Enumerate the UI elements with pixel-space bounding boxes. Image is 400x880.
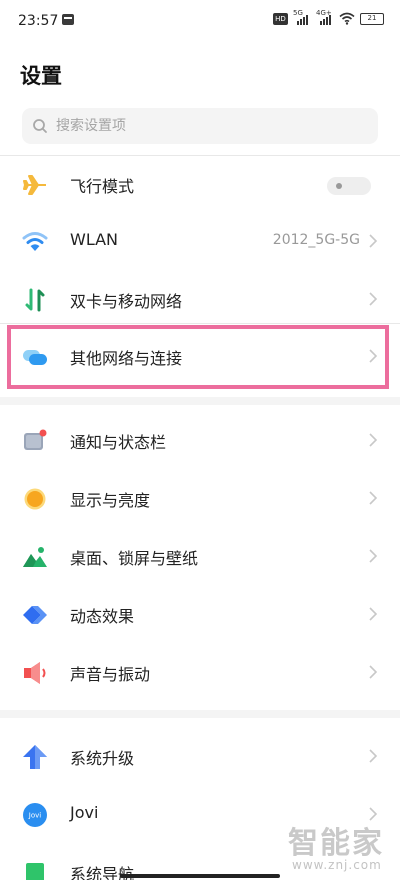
watermark-logo: 智能家 <box>288 826 384 861</box>
status-icons: HD 5G 4G+ 21 <box>273 9 384 25</box>
airplane-mode-toggle[interactable] <box>327 177 371 195</box>
chevron-right-icon <box>369 607 378 621</box>
highlight-box <box>7 325 389 389</box>
settings-item-display-brightness[interactable]: 显示与亮度 <box>0 474 400 522</box>
airplane-icon <box>23 175 46 195</box>
chevron-right-icon <box>369 234 378 248</box>
signal-sim1-icon: 5G <box>293 9 311 25</box>
settings-item-airplane-mode[interactable]: 飞行模式 <box>0 160 400 208</box>
search-icon <box>33 119 47 133</box>
chevron-right-icon <box>369 292 378 306</box>
wlan-network-name: 2012_5G-5G <box>272 232 360 248</box>
settings-item-label: 双卡与移动网络 <box>70 292 183 311</box>
settings-item-label: 桌面、锁屏与壁纸 <box>70 549 199 568</box>
wifi-status-icon <box>339 12 355 25</box>
signal-sim2-icon: 4G+ <box>316 9 334 25</box>
settings-item-label: 系统升级 <box>70 749 135 768</box>
message-notification-icon <box>62 14 74 25</box>
search-box[interactable] <box>22 108 378 144</box>
settings-item-label: 声音与振动 <box>70 665 151 684</box>
settings-item-label: 通知与状态栏 <box>70 433 167 452</box>
section-separator <box>0 397 400 405</box>
wallpaper-icon <box>23 547 47 567</box>
brightness-icon <box>24 488 46 510</box>
settings-item-label: 动态效果 <box>70 607 135 626</box>
settings-item-dual-sim[interactable]: 双卡与移动网络 <box>0 275 400 323</box>
notification-icon <box>24 429 47 450</box>
divider <box>0 155 400 156</box>
divider <box>0 323 400 324</box>
motion-icon <box>23 606 47 624</box>
navigation-icon <box>26 863 44 880</box>
chevron-right-icon <box>369 549 378 563</box>
home-indicator[interactable] <box>120 874 280 878</box>
chevron-right-icon <box>369 665 378 679</box>
jovi-icon-text: Jovi <box>28 812 41 820</box>
chevron-right-icon <box>369 491 378 505</box>
sound-icon <box>24 662 46 684</box>
settings-item-system-upgrade[interactable]: 系统升级 <box>0 732 400 780</box>
settings-item-desktop-wallpaper[interactable]: 桌面、锁屏与壁纸 <box>0 532 400 580</box>
settings-item-label: WLAN <box>70 230 119 249</box>
settings-item-label: 显示与亮度 <box>70 491 151 510</box>
upgrade-icon <box>23 745 47 769</box>
search-input[interactable] <box>56 108 356 144</box>
hd-voice-icon: HD <box>273 12 288 25</box>
watermark-url: www.znj.com <box>292 858 382 872</box>
status-time: 23:57 <box>18 13 59 29</box>
settings-item-sound-vibration[interactable]: 声音与振动 <box>0 648 400 696</box>
chevron-right-icon <box>369 749 378 763</box>
settings-item-label: Jovi <box>70 803 99 822</box>
battery-icon: 21 <box>360 12 384 25</box>
section-separator <box>0 710 400 718</box>
settings-item-label: 飞行模式 <box>70 177 135 196</box>
settings-item-motion-effects[interactable]: 动态效果 <box>0 590 400 638</box>
chevron-right-icon <box>369 433 378 447</box>
dual-sim-icon <box>25 288 45 312</box>
jovi-icon: Jovi <box>23 803 47 827</box>
status-bar: 23:57 HD 5G 4G+ 21 <box>0 0 400 44</box>
wifi-icon <box>22 232 48 251</box>
settings-item-notifications[interactable]: 通知与状态栏 <box>0 416 400 464</box>
page-title: 设置 <box>20 64 62 88</box>
settings-item-wlan[interactable]: WLAN 2012_5G-5G <box>0 217 400 265</box>
watermark: 智能家 www.znj.com <box>288 818 384 872</box>
